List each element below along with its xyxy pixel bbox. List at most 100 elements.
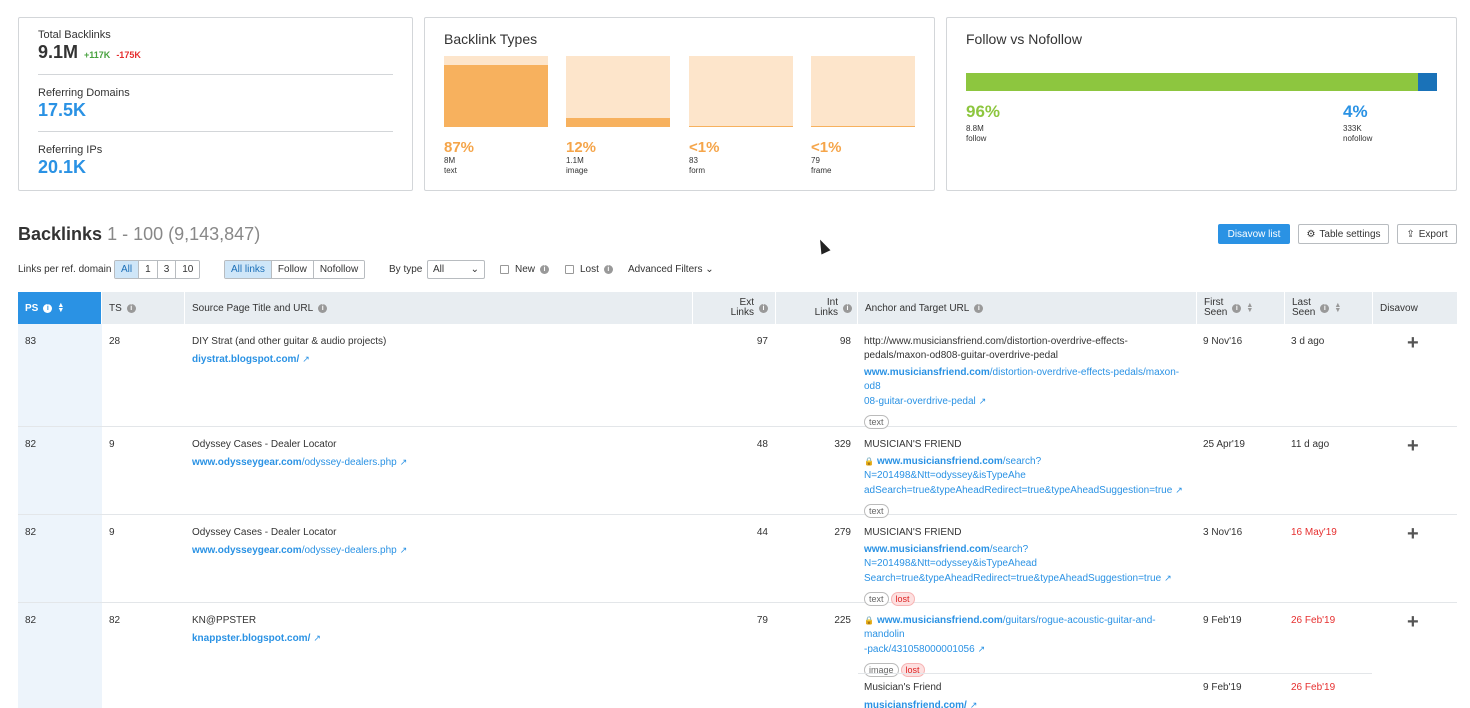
target-url-link[interactable]: 🔒 www.musiciansfriend.com/search?N=201498… — [864, 455, 1194, 498]
int-header-line2: Links — [814, 307, 838, 318]
ts-header-label: TS — [109, 302, 122, 314]
table-row: 82 9 Odyssey Cases - Dealer Locator www.… — [18, 427, 1457, 518]
lost-label: Lost — [580, 264, 599, 275]
backlink-type-frame[interactable]: <1% 79 frame — [811, 56, 915, 176]
ext-links-value: 48 — [756, 439, 768, 450]
info-icon: i — [1232, 303, 1242, 313]
int-links-column-header[interactable]: Int Links i — [776, 292, 858, 324]
gear-icon: ⚙ — [1306, 228, 1316, 240]
table-header: PS i ▲ ▼ TS i Source Page Title and URL i Ext… — [18, 292, 1457, 324]
first-seen-value: 3 Nov'16 — [1203, 527, 1243, 538]
referring-ips-label: Referring IPs — [38, 144, 103, 156]
links-per-3[interactable]: 3 — [157, 261, 177, 278]
total-backlinks-value[interactable]: 9.1M — [38, 42, 78, 62]
referring-ips-value[interactable]: 20.1K — [38, 157, 102, 178]
backlink-types-title: Backlink Types — [444, 31, 538, 47]
info-icon: i — [43, 303, 53, 313]
lost-filter[interactable]: Lost i — [565, 264, 613, 275]
backlink-type-image[interactable]: 12% 1.1M image — [566, 56, 670, 176]
ps-column-header[interactable]: PS i ▲ ▼ — [18, 292, 102, 324]
first-seen-value: 9 Nov'16 — [1203, 336, 1243, 347]
first-seen-column-header[interactable]: First Seen i ▲ ▼ — [1197, 292, 1285, 324]
total-backlinks-label: Total Backlinks — [38, 29, 111, 41]
info-icon: i — [540, 265, 550, 274]
follow-nofollow-title: Follow vs Nofollow — [966, 31, 1082, 47]
last-seen-column-header[interactable]: Last Seen i ▲ ▼ — [1285, 292, 1373, 324]
backlink-types-card: Backlink Types 87% 8M text 12% 1.1M imag… — [424, 17, 935, 191]
sort-icon: ▲ ▼ — [1246, 302, 1254, 314]
source-url-link[interactable]: knappster.blogspot.com/↗ — [192, 631, 321, 646]
disavow-header-label: Disavow — [1380, 302, 1418, 314]
source-url-link[interactable]: www.odysseygear.com/odyssey-dealers.php ↗ — [192, 543, 407, 558]
type-count: 8M — [444, 156, 456, 165]
follow-nofollow-card: Follow vs Nofollow 96% 8.8M follow 4% 33… — [946, 17, 1457, 191]
links-per-all[interactable]: All — [115, 261, 140, 278]
disavow-list-button[interactable]: Disavow list — [1218, 224, 1290, 244]
links-per-1[interactable]: 1 — [139, 261, 158, 278]
disavow-add-button[interactable]: + — [1407, 523, 1419, 546]
backlinks-title: Backlinks — [18, 224, 103, 244]
source-url-link[interactable]: diystrat.blogspot.com/↗ — [192, 352, 386, 367]
disavow-add-button[interactable]: + — [1407, 611, 1419, 634]
type-bar — [811, 56, 915, 127]
nofollow-tab[interactable]: Nofollow — [313, 261, 365, 278]
target-url-link[interactable]: 🔒 www.musiciansfriend.com/guitars/rogue-a… — [864, 614, 1194, 657]
ext-links-value: 44 — [756, 527, 768, 538]
backlink-type-form[interactable]: <1% 83 form — [689, 56, 793, 176]
all-links-tab[interactable]: All links — [225, 261, 272, 278]
referring-domains-value[interactable]: 17.5K — [38, 100, 130, 121]
new-checkbox[interactable] — [500, 265, 509, 274]
info-icon: i — [759, 303, 768, 313]
follow-count: 8.8M — [966, 124, 984, 133]
external-link-icon: ↗ — [1175, 485, 1183, 495]
ts-column-header[interactable]: TS i — [102, 292, 185, 324]
backlinks-down-delta: -175K — [116, 50, 141, 60]
source-url-link[interactable]: www.odysseygear.com/odyssey-dealers.php ↗ — [192, 455, 407, 470]
nofollow-count: 333K — [1343, 124, 1362, 133]
lock-icon: 🔒 — [864, 616, 874, 625]
export-button[interactable]: ⇪ Export — [1397, 224, 1457, 244]
lock-icon: 🔒 — [864, 457, 874, 466]
backlink-type-text[interactable]: 87% 8M text — [444, 56, 548, 176]
sort-icon: ▲ ▼ — [1334, 302, 1342, 314]
source-column-header[interactable]: Source Page Title and URL i — [185, 292, 693, 324]
target-url-link[interactable]: www.musiciansfriend.com/search?N=201498&… — [864, 543, 1194, 586]
external-link-icon: ↗ — [977, 644, 986, 654]
last-seen-value: 3 d ago — [1291, 336, 1325, 347]
anchor-column-header[interactable]: Anchor and Target URL i — [858, 292, 1197, 324]
referring-ips-stat: Referring IPs 20.1K — [38, 144, 102, 178]
source-title: Odyssey Cases - Dealer Locator — [192, 527, 337, 538]
follow-label: follow — [966, 134, 987, 143]
advanced-filters-link[interactable]: Advanced Filters ⌄ — [628, 264, 714, 275]
follow-tab[interactable]: Follow — [271, 261, 314, 278]
follow-ratio-bar[interactable] — [966, 73, 1437, 91]
lost-checkbox[interactable] — [565, 265, 574, 274]
ps-value: 82 — [25, 527, 37, 538]
target-url-link[interactable]: www.musiciansfriend.com/distortion-overd… — [864, 366, 1194, 409]
ext-links-column-header[interactable]: Ext Links i — [693, 292, 776, 324]
by-type-select[interactable]: All ⌄ — [427, 260, 485, 279]
int-links-value: 279 — [834, 527, 851, 538]
type-bar-fill — [811, 125, 915, 127]
ts-value: 9 — [109, 527, 115, 538]
type-name: image — [566, 166, 588, 175]
source-title: KN@PPSTER — [192, 615, 257, 626]
ps-value: 82 — [25, 439, 37, 450]
chevron-down-icon: ⌄ — [705, 264, 714, 275]
chevron-down-icon: ⌄ — [470, 264, 479, 275]
type-count: 83 — [689, 156, 698, 165]
total-backlinks-stat: Total Backlinks 9.1M +117K -175K — [38, 29, 141, 63]
target-url-link[interactable]: musiciansfriend.com/↗ — [864, 698, 977, 708]
disavow-add-button[interactable]: + — [1407, 435, 1419, 458]
backlinks-up-delta: +117K — [84, 50, 111, 60]
disavow-add-button[interactable]: + — [1407, 332, 1419, 355]
info-icon: i — [974, 303, 984, 313]
overview-card: Total Backlinks 9.1M +117K -175K Referring… — [18, 17, 413, 191]
links-per-10[interactable]: 10 — [176, 261, 200, 278]
referring-domains-stat: Referring Domains 17.5K — [38, 87, 130, 121]
new-filter[interactable]: New i — [500, 264, 550, 275]
source-cell: Odyssey Cases - Dealer Locator www.odyss… — [192, 438, 407, 470]
table-settings-button[interactable]: ⚙ Table settings — [1298, 224, 1389, 244]
links-per-domain-label: Links per ref. domain — [18, 264, 112, 275]
external-link-icon: ↗ — [1164, 573, 1172, 583]
